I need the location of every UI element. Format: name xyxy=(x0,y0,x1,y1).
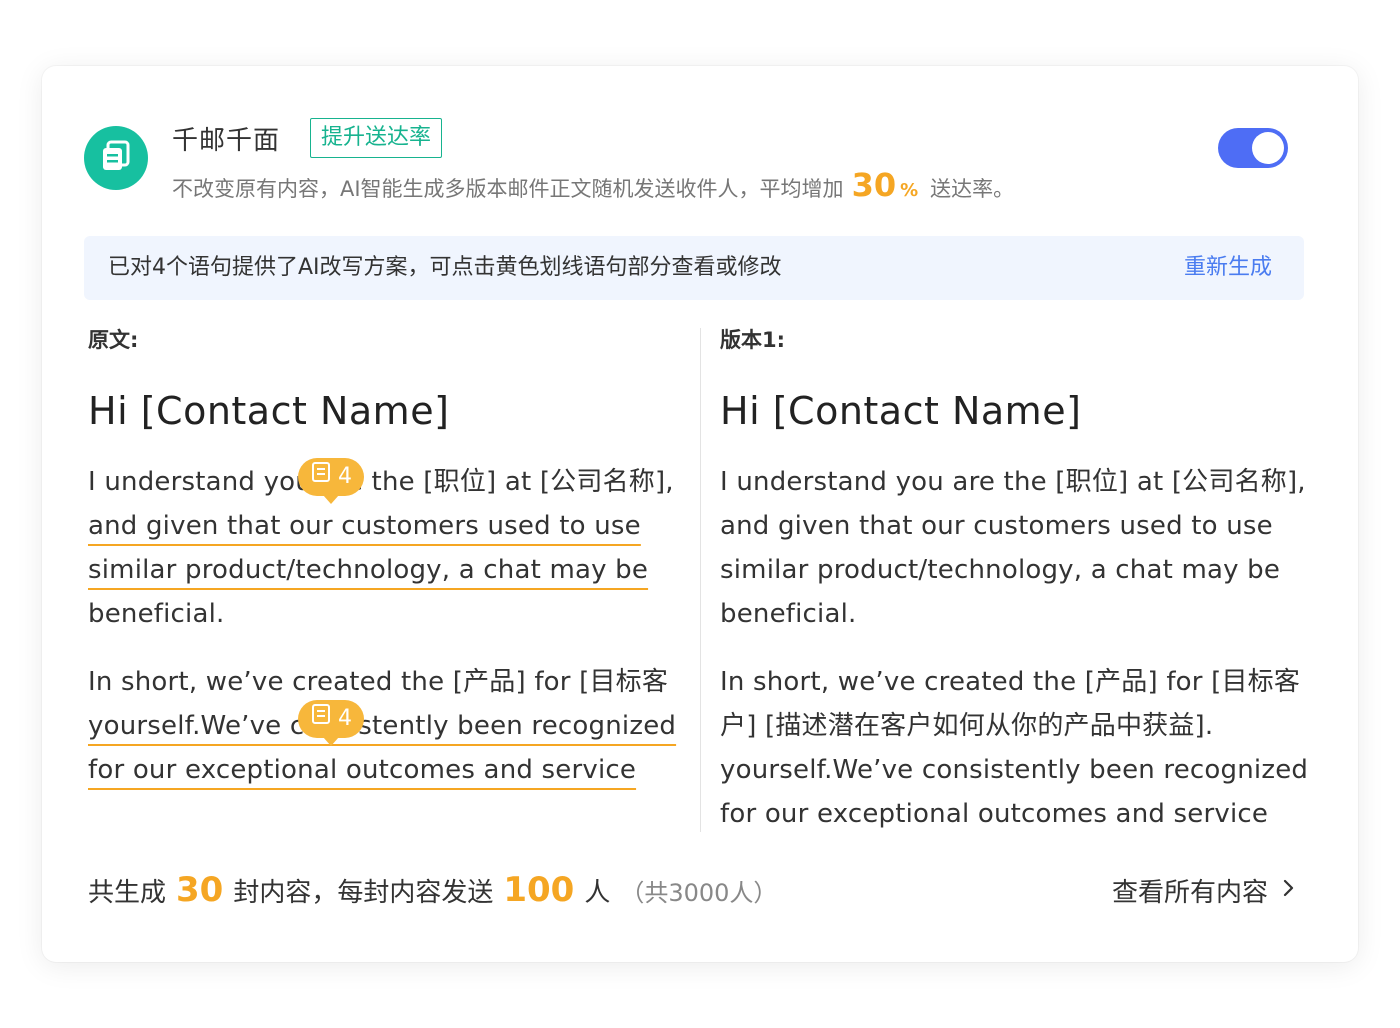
version-line: I understand you are the [职位] at [公司名称], xyxy=(720,467,1306,497)
rewritten-sentence[interactable]: and given that our customers used to use xyxy=(88,504,688,548)
note-icon xyxy=(310,458,332,496)
rewritten-sentence[interactable]: yourself.We’ve consistently been recogni… xyxy=(88,704,688,748)
per-email-count: 100 xyxy=(503,870,575,910)
view-all-label: 查看所有内容 xyxy=(1111,878,1268,908)
feature-logo xyxy=(84,126,148,190)
version-line: yourself.We’ve consistently been recogni… xyxy=(720,755,1309,785)
version-line: beneficial. xyxy=(720,599,857,629)
document-copy-icon xyxy=(99,139,133,177)
version-paragraph-1: I understand you are the [职位] at [公司名称],… xyxy=(720,460,1320,636)
note-icon xyxy=(310,700,332,738)
description-percent-unit: % xyxy=(900,180,919,201)
column-divider xyxy=(700,328,701,832)
feature-tag: 提升送达率 xyxy=(310,118,443,158)
summary-suffix: 人 xyxy=(584,878,611,908)
chevron-right-icon xyxy=(1282,876,1296,906)
original-content: Hi [Contact Name] I understand you are t… xyxy=(88,384,688,816)
original-paragraph-1: I understand you are the [职位] at [公司名称],… xyxy=(88,460,688,636)
summary-prefix: 共生成 xyxy=(88,878,167,908)
version-line: and given that our customers used to use xyxy=(720,511,1273,541)
toggle-knob xyxy=(1252,132,1284,164)
summary-mid: 封内容，每封内容发送 xyxy=(233,878,494,908)
rewritten-sentence[interactable]: for our exceptional outcomes and service xyxy=(88,748,688,792)
version-label: 版本1: xyxy=(720,328,786,352)
total-count: 30 xyxy=(176,870,224,910)
version-greeting: Hi [Contact Name] xyxy=(720,389,1082,433)
feature-title: 千邮千面 xyxy=(172,126,281,156)
version-line: 户] [描述潜在客户如何从你的产品中获益]. xyxy=(720,711,1214,741)
original-label: 原文: xyxy=(88,328,139,352)
badge-count: 4 xyxy=(338,464,352,489)
summary-note: （共3000人） xyxy=(620,879,778,907)
generation-summary: 共生成 30 封内容，每封内容发送 100 人 （共3000人） xyxy=(88,870,777,910)
feature-description: 不改变原有内容，AI智能生成多版本邮件正文随机发送收件人，平均增加 30 % 送… xyxy=(172,166,1014,204)
description-percent: 30 xyxy=(851,166,897,204)
rewrite-count-badge[interactable]: 4 xyxy=(298,458,364,504)
feature-card: 千邮千面 提升送达率 不改变原有内容，AI智能生成多版本邮件正文随机发送收件人，… xyxy=(42,66,1358,962)
version-line: In short, we’ve created the [产品] for [目标… xyxy=(720,667,1301,697)
original-paragraph-2: In short, we’ve created the [产品] for [目标… xyxy=(88,660,688,792)
original-greeting: Hi [Contact Name] xyxy=(88,389,450,433)
feature-toggle[interactable] xyxy=(1218,128,1288,168)
rewrite-count-badge[interactable]: 4 xyxy=(298,700,364,746)
description-suffix: 送达率。 xyxy=(930,177,1015,201)
rewritten-sentence[interactable]: similar product/technology, a chat may b… xyxy=(88,548,688,592)
view-all-link[interactable]: 查看所有内容 xyxy=(1112,872,1296,909)
badge-count: 4 xyxy=(338,706,352,731)
original-line: I understand you are the [职位] at [公司名称], xyxy=(88,467,674,497)
original-line: In short, we’ve created the [产品] for [目标… xyxy=(88,667,669,697)
version-content: Hi [Contact Name] I understand you are t… xyxy=(720,384,1320,860)
description-prefix: 不改变原有内容，AI智能生成多版本邮件正文随机发送收件人，平均增加 xyxy=(172,177,844,201)
original-line: beneficial. xyxy=(88,599,225,629)
notice-text: 已对4个语句提供了AI改写方案，可点击黄色划线语句部分查看或修改 xyxy=(108,255,782,280)
notice-bar: 已对4个语句提供了AI改写方案，可点击黄色划线语句部分查看或修改 重新生成 xyxy=(84,236,1304,300)
version-paragraph-2: In short, we’ve created the [产品] for [目标… xyxy=(720,660,1320,836)
version-line: for our exceptional outcomes and service xyxy=(720,799,1269,829)
regenerate-link[interactable]: 重新生成 xyxy=(1184,236,1272,300)
version-line: similar product/technology, a chat may b… xyxy=(720,555,1281,585)
